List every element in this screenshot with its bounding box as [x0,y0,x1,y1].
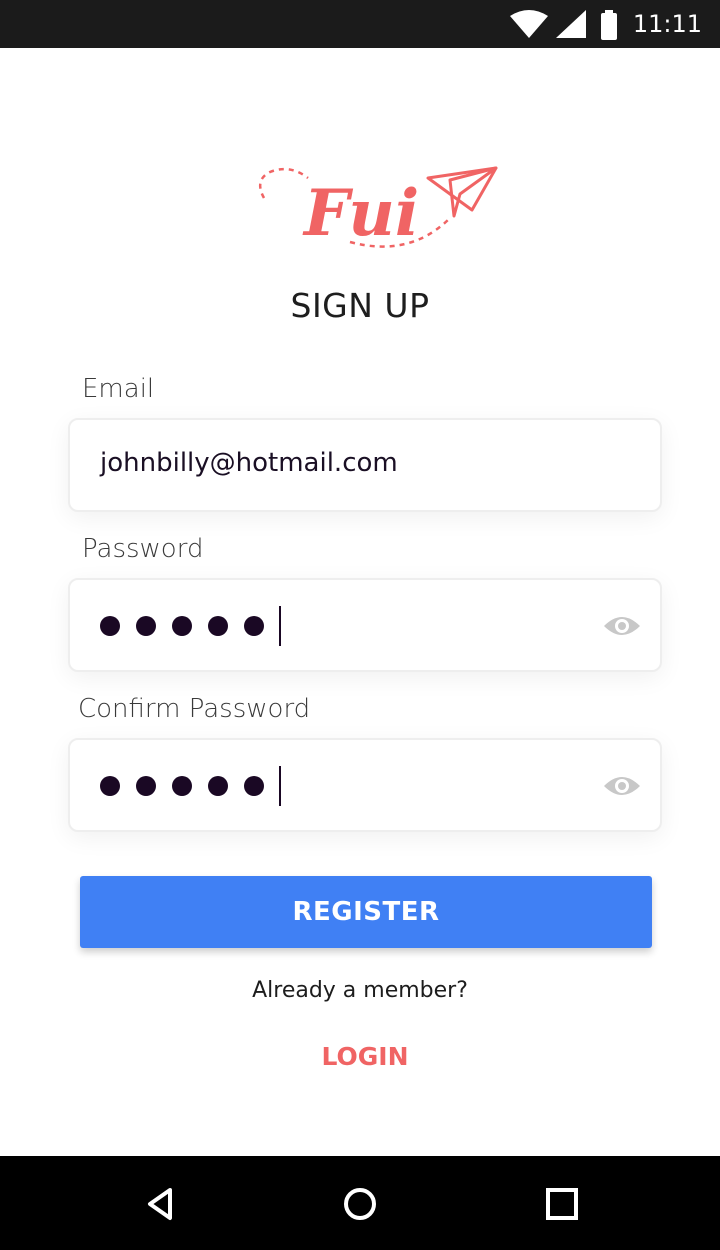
email-value: johnbilly@hotmail.com [100,448,398,478]
register-button[interactable]: REGISTER [80,876,652,948]
signal-icon [556,10,586,38]
confirm-password-mask [100,776,280,796]
text-cursor [279,766,281,806]
battery-icon [601,10,617,40]
email-field[interactable]: johnbilly@hotmail.com [68,418,662,512]
logo-text: Fui [302,176,419,251]
status-bar: 11:11 [0,0,720,48]
confirm-password-label: Confirm Password [78,694,311,724]
status-time: 11:11 [632,10,702,38]
wifi-icon [510,10,548,38]
eye-icon[interactable] [604,614,640,638]
email-label: Email [82,374,155,404]
already-member-text: Already a member? [252,978,468,1003]
navigation-bar [0,1156,720,1250]
app-logo: Fui [250,150,510,260]
login-link[interactable]: LOGIN [0,1042,720,1071]
password-label: Password [82,534,204,564]
page-title: SIGN UP [290,286,430,325]
text-cursor [279,606,281,646]
eye-icon[interactable] [604,774,640,798]
confirm-password-field[interactable] [68,738,662,832]
paper-plane-icon [426,166,498,218]
recents-icon[interactable] [538,1180,586,1228]
back-icon[interactable] [136,1180,184,1228]
home-icon[interactable] [336,1180,384,1228]
password-field[interactable] [68,578,662,672]
password-mask [100,616,280,636]
